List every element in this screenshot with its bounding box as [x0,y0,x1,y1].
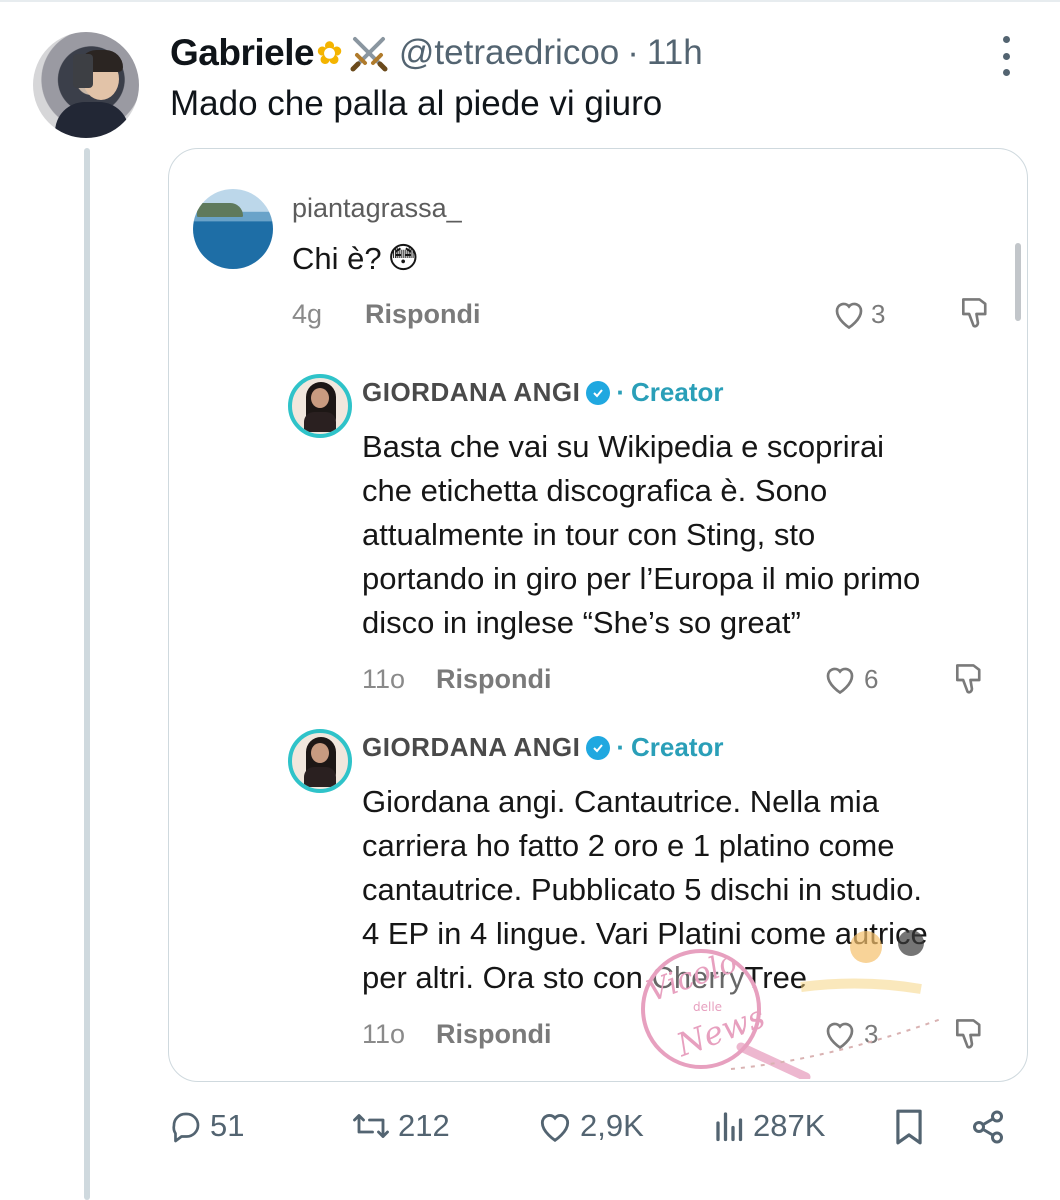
heart-icon [540,1114,570,1142]
more-options-icon[interactable] [996,36,1016,76]
dislike-icon [957,295,993,338]
comment-text: Chi è? 😳 [292,237,419,281]
creator-header: GIORDANA ANGI · Creator [362,732,724,763]
bar-chart-icon [716,1112,743,1142]
verified-badge-icon [586,735,611,760]
comment-username: GIORDANA ANGI [362,377,581,407]
reply-button: Rispondi [436,1019,552,1049]
comment-text: Basta che vai su Wikipedia e scoprirai c… [362,425,920,645]
comment-like: 6 [822,662,878,696]
like-count: 2,9K [580,1108,644,1143]
comment-line: portando in giro per l’Europa il mio pri… [362,561,921,596]
crossed-swords-emoji-icon [349,33,389,73]
repost-icon [353,1114,389,1138]
share-icon [973,1110,1003,1144]
tweet-text: Mado che palla al piede vi giuro [170,84,663,123]
creator-avatar [288,729,352,793]
creator-tag: Creator [631,732,724,762]
like-action[interactable]: 2,9K [536,1108,644,1144]
reply-button: Rispondi [436,664,552,694]
watermark-logo: Vicolo delle News [641,930,942,1079]
comment-line: cantautrice. Pubblicato 5 dischi in stud… [362,872,923,907]
comment-line: Basta che vai su Wikipedia e scoprirai [362,429,885,464]
creator-separator: · [616,377,626,407]
comment-line: disco in inglese “She’s so great” [362,605,801,640]
comment-bubble-icon [172,1112,200,1143]
comment-line: attualmente in tour con Sting, sto [362,517,816,552]
comment-age: 11o [362,664,406,694]
reply-button: Rispondi [365,299,481,329]
creator-separator: · [616,732,626,762]
flower-emoji-icon: ✿ [316,35,343,71]
header-separator: · [627,33,639,72]
author-display-name[interactable]: Gabriele [170,32,315,74]
comment-line: che etichetta discografica è. Sono [362,473,828,508]
reply-count: 51 [210,1108,245,1143]
comment-line: carriera ho fatto 2 oro e 1 platino come [362,828,895,863]
heart-icon [826,667,854,695]
comment-like: 3 [831,297,885,331]
tweet-header: Gabriele ✿ @tetraedricoo · 11h [170,30,703,76]
bookmark-icon [896,1109,922,1145]
tweet-action-bar: 51 212 2,9K 287K [168,1108,1008,1158]
creator-tag: Creator [631,377,724,407]
thread-connector-line [84,148,90,1200]
creator-avatar [288,374,352,438]
comment-line: Giordana angi. Cantautrice. Nella mia [362,784,879,819]
author-handle[interactable]: @tetraedricoo [399,33,619,73]
commenter-avatar [193,189,273,269]
repost-count: 212 [398,1108,450,1143]
reply-action[interactable]: 51 [168,1108,244,1144]
dislike-icon [951,661,987,704]
author-avatar[interactable] [33,32,139,138]
comment-text-content: Chi è? [292,241,382,276]
comment-username: GIORDANA ANGI [362,732,581,762]
heart-icon [835,302,863,330]
repost-action[interactable]: 212 [350,1108,450,1144]
comment-username: piantagrassa_ [292,193,462,223]
tweet-timestamp[interactable]: 11h [647,33,703,73]
flushed-face-emoji: 😳 [387,242,419,275]
share-action[interactable] [970,1108,1006,1146]
top-divider [0,0,1060,2]
screenshot-scrollbar [1015,243,1021,321]
comment-age: 4g [292,299,323,329]
comment-like-count: 6 [864,663,879,694]
bookmark-action[interactable] [892,1108,926,1146]
creator-header: GIORDANA ANGI · Creator [362,377,724,408]
embedded-screenshot-card[interactable]: piantagrassa_ Chi è? 😳 4g Rispondi 3 GIO… [168,148,1028,1082]
verified-badge-icon [586,380,611,405]
comment-like-count: 3 [871,298,886,329]
comment-age: 11o [362,1019,406,1049]
views-action[interactable]: 287K [713,1108,825,1144]
view-count: 287K [753,1108,826,1143]
